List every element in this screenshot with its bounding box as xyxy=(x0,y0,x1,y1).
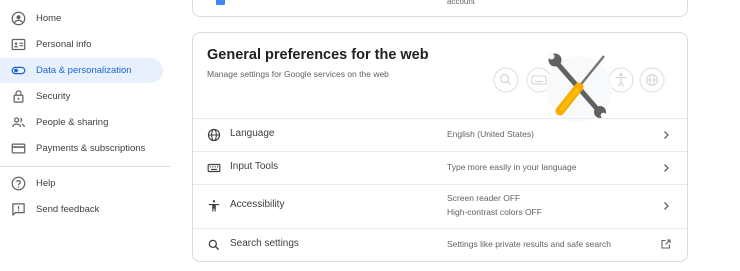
sidebar-item-personal-info[interactable]: Personal info xyxy=(0,32,163,57)
sidebar-divider xyxy=(0,166,170,167)
sidebar-item-data-personalization[interactable]: Data & personalization xyxy=(0,58,163,83)
search-settings-row[interactable]: Search settings Settings like private re… xyxy=(193,229,687,261)
keyboard-icon xyxy=(207,163,221,173)
blue-icon-stub xyxy=(216,0,225,5)
input-tools-value: Type more easily in your language xyxy=(447,162,577,172)
card-subtitle: Manage settings for Google services on t… xyxy=(207,69,389,79)
chevron-right-icon xyxy=(664,164,669,172)
general-preferences-card: General preferences for the web Manage s… xyxy=(192,32,688,262)
sidebar-item-label: Security xyxy=(36,91,71,102)
sidebar-item-label: Send feedback xyxy=(36,204,100,215)
accessibility-bubble-icon xyxy=(608,67,634,93)
sidebar-item-security[interactable]: Security xyxy=(0,84,163,109)
account-circle-icon xyxy=(11,11,26,26)
sidebar-item-label: Data & personalization xyxy=(36,65,132,76)
feedback-icon xyxy=(12,203,25,216)
sidebar-item-label: Home xyxy=(36,13,62,24)
open-in-new-icon[interactable] xyxy=(660,238,672,250)
sidebar-item-send-feedback[interactable]: Send feedback xyxy=(0,197,163,222)
previous-card-text: account xyxy=(447,0,476,6)
credit-card-icon xyxy=(11,143,26,154)
sidebar-nav: Home Personal info Data & personalizatio… xyxy=(0,0,170,271)
previous-card: account xyxy=(192,0,688,17)
sidebar-item-label: Personal info xyxy=(36,39,92,50)
chevron-right-icon xyxy=(664,131,669,139)
card-title: General preferences for the web xyxy=(207,47,429,63)
input-tools-row[interactable]: Input Tools Type more easily in your lan… xyxy=(193,152,687,184)
help-circle-icon xyxy=(11,176,26,191)
high-contrast-status: High-contrast colors OFF xyxy=(447,207,542,217)
language-row[interactable]: Language English (United States) xyxy=(193,119,687,151)
search-settings-label: Search settings xyxy=(230,238,299,249)
sidebar-item-help[interactable]: Help xyxy=(0,171,163,196)
toggle-icon xyxy=(11,66,26,75)
sidebar-item-people-sharing[interactable]: People & sharing xyxy=(0,110,163,135)
accessibility-icon xyxy=(208,200,220,212)
sidebar-item-label: Payments & subscriptions xyxy=(36,143,146,154)
tools-illustration xyxy=(493,53,665,122)
globe-icon xyxy=(207,128,221,142)
sidebar-item-label: People & sharing xyxy=(36,117,109,128)
accessibility-label: Accessibility xyxy=(230,199,285,210)
id-card-icon xyxy=(11,38,26,51)
screen-reader-status: Screen reader OFF xyxy=(447,193,521,203)
language-value: English (United States) xyxy=(447,129,534,139)
search-settings-value: Settings like private results and safe s… xyxy=(447,239,611,249)
globe-bubble-icon xyxy=(639,67,665,93)
language-label: Language xyxy=(230,128,275,139)
chevron-right-icon xyxy=(664,202,669,210)
input-tools-label: Input Tools xyxy=(230,161,279,172)
sidebar-item-home[interactable]: Home xyxy=(0,6,163,31)
sidebar-item-label: Help xyxy=(36,178,56,189)
search-icon xyxy=(208,239,220,251)
search-bubble-icon xyxy=(493,67,519,93)
accessibility-row[interactable]: Accessibility Screen reader OFF High-con… xyxy=(193,185,687,228)
people-icon xyxy=(11,117,26,128)
sidebar-item-payments[interactable]: Payments & subscriptions xyxy=(0,136,163,161)
lock-icon xyxy=(13,90,24,103)
